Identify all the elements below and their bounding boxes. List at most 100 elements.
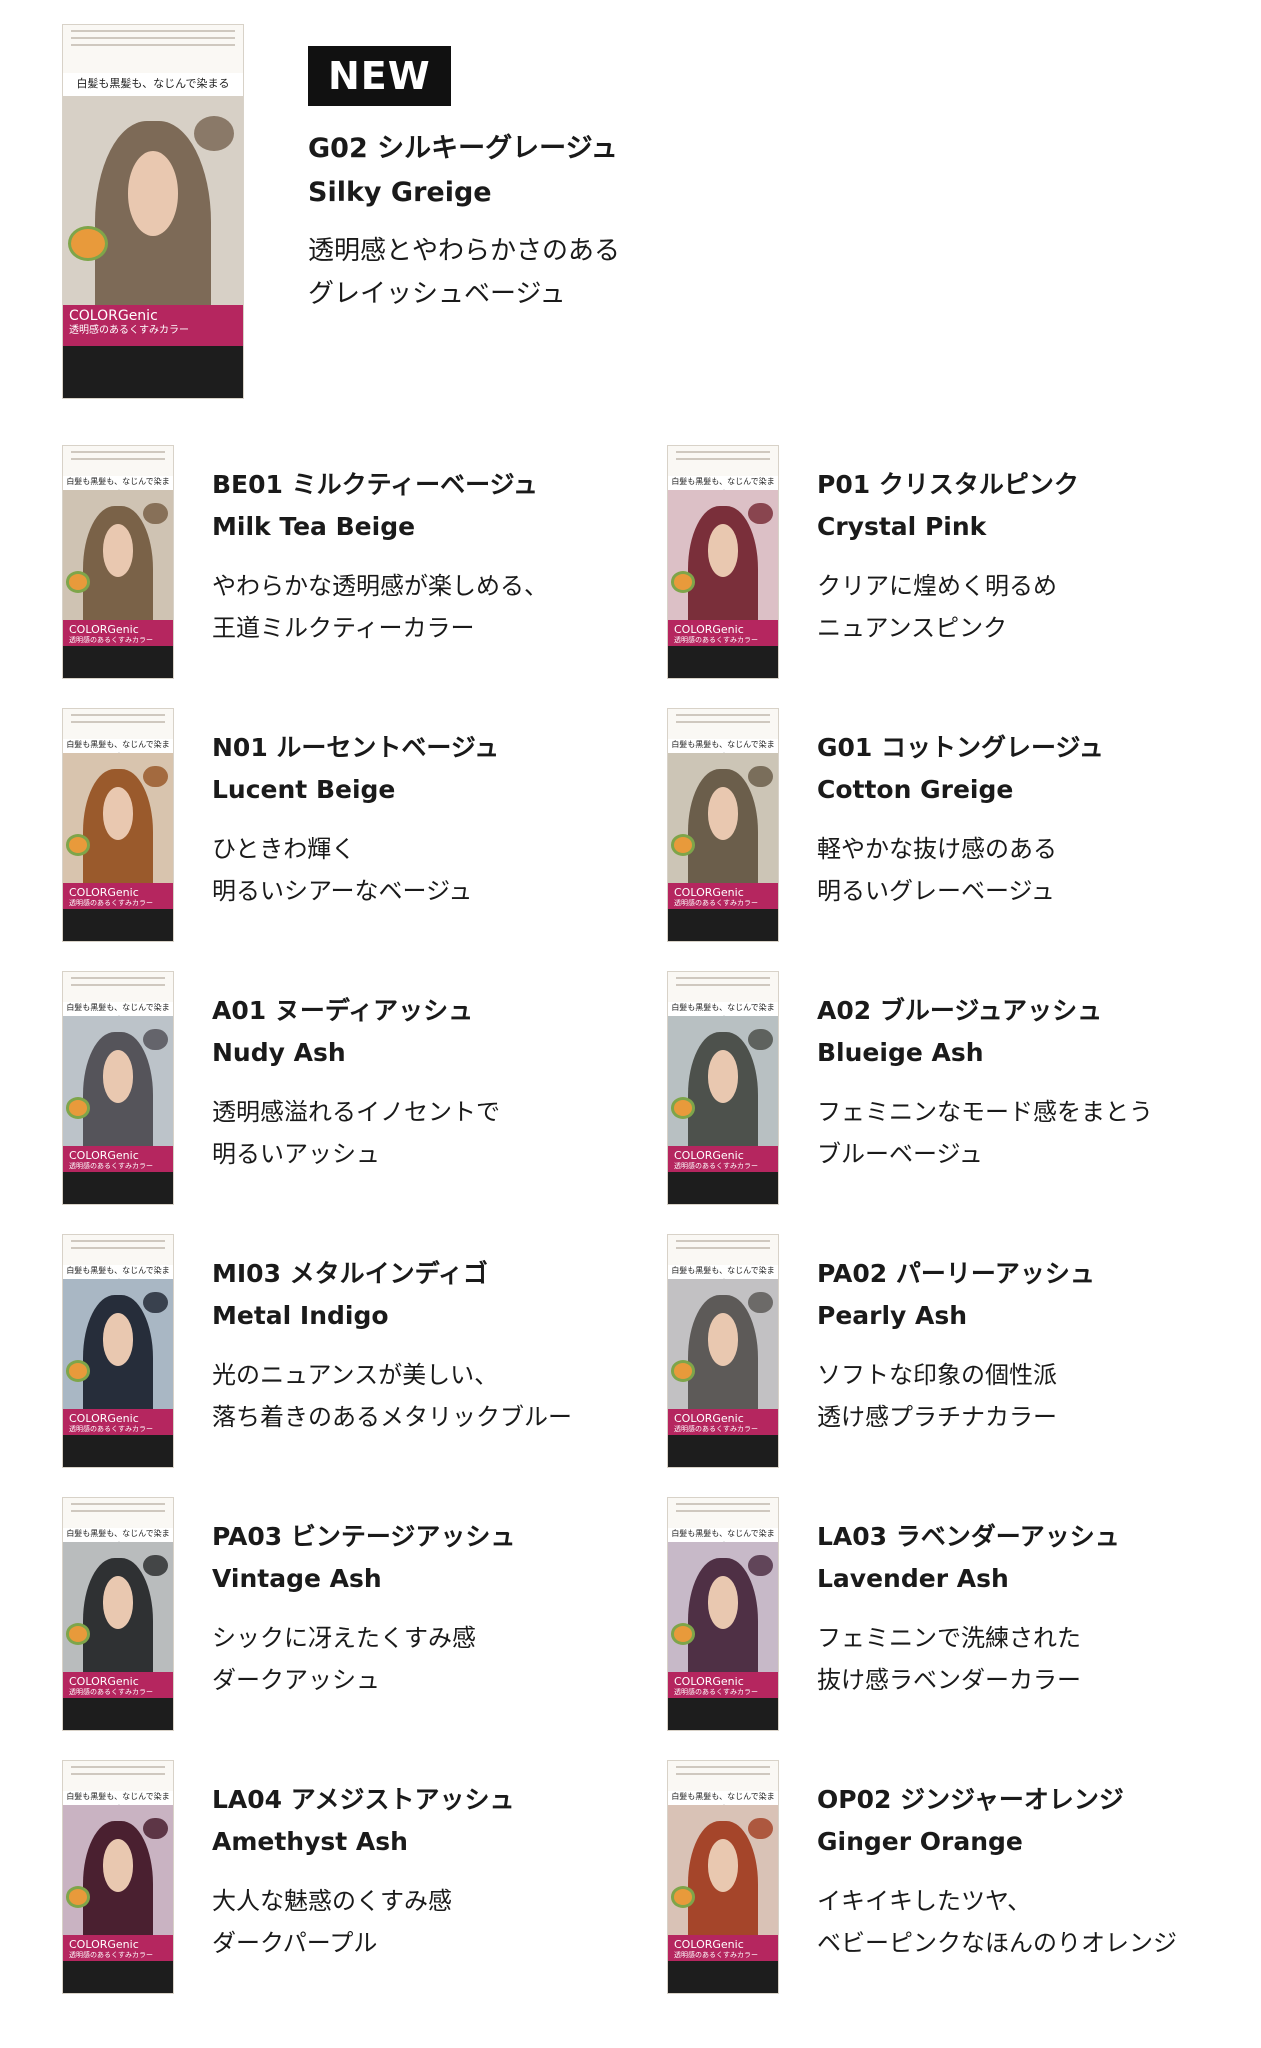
product-name-jp: PA02 パーリーアッシュ: [817, 1259, 1095, 1288]
apricot-icon: [66, 570, 91, 593]
box-footer: [63, 1434, 173, 1467]
product-card[interactable]: 白髪も黒髪も、なじんで染まる COLORGenic 透明感のあるくすみカラー O…: [667, 1760, 1261, 2000]
product-copy: OP02 ジンジャーオレンジ Ginger Orange イキイキしたツヤ、 ベ…: [817, 1782, 1261, 1964]
box-top-notice: [63, 25, 243, 74]
brand-band: COLORGenic 透明感のあるくすみカラー: [668, 620, 778, 646]
box-footer: [668, 1434, 778, 1467]
brand-subtitle: 透明感のあるくすみカラー: [69, 899, 153, 908]
product-box-image[interactable]: 白髪も黒髪も、なじんで染まる COLORGenic 透明感のあるくすみカラー: [667, 971, 779, 1205]
description-line: 透け感プラチナカラー: [817, 1403, 1057, 1431]
product-card[interactable]: 白髪も黒髪も、なじんで染まる COLORGenic 透明感のあるくすみカラー A…: [667, 971, 1261, 1211]
box-tagline: 白髪も黒髪も、なじんで染まる: [668, 1528, 778, 1543]
brand-band: COLORGenic 透明感のあるくすみカラー: [668, 1409, 778, 1435]
product-description: 光のニュアンスが美しい、 落ち着きのあるメタリックブルー: [212, 1354, 662, 1438]
product-name-jp: LA04 アメジストアッシュ: [212, 1785, 515, 1814]
brand-band: COLORGenic 透明感のあるくすみカラー: [63, 304, 243, 346]
brand-logo: COLORGenic: [674, 1412, 744, 1426]
brand-band: COLORGenic 透明感のあるくすみカラー: [668, 883, 778, 909]
model-face: [707, 524, 739, 578]
box-tagline: 白髪も黒髪も、なじんで染まる: [63, 73, 243, 96]
brand-logo: COLORGenic: [674, 886, 744, 900]
featured-product: 白髪も黒髪も、なじんで染まる COLORGenic 透明感のあるくすみカラー N…: [0, 0, 1261, 420]
box-top-notice: [63, 1235, 173, 1266]
product-box-image[interactable]: 白髪も黒髪も、なじんで染まる COLORGenic 透明感のあるくすみカラー: [62, 1497, 174, 1731]
product-card[interactable]: 白髪も黒髪も、なじんで染まる COLORGenic 透明感のあるくすみカラー A…: [62, 971, 662, 1211]
product-description: 透明感とやわらかさのある グレイッシュベージュ: [308, 230, 620, 316]
product-box-image[interactable]: 白髪も黒髪も、なじんで染まる COLORGenic 透明感のあるくすみカラー: [667, 1234, 779, 1468]
product-description: 透明感溢れるイノセントで 明るいアッシュ: [212, 1091, 662, 1175]
product-box-image[interactable]: 白髪も黒髪も、なじんで染まる COLORGenic 透明感のあるくすみカラー: [62, 1760, 174, 1994]
box-top-notice: [63, 972, 173, 1003]
product-name-en: Nudy Ash: [212, 1038, 346, 1067]
product-box-image[interactable]: 白髪も黒髪も、なじんで染まる COLORGenic 透明感のあるくすみカラー: [667, 708, 779, 942]
brand-band: COLORGenic 透明感のあるくすみカラー: [63, 1935, 173, 1961]
product-card[interactable]: 白髪も黒髪も、なじんで染まる COLORGenic 透明感のあるくすみカラー P…: [667, 445, 1261, 685]
model-face: [102, 1839, 134, 1893]
product-card[interactable]: 白髪も黒髪も、なじんで染まる COLORGenic 透明感のあるくすみカラー P…: [667, 1234, 1261, 1474]
box-tagline: 白髪も黒髪も、なじんで染まる: [668, 739, 778, 754]
color-swatch: [143, 1291, 168, 1314]
description-line: 明るいシアーなベージュ: [212, 877, 473, 905]
box-tagline: 白髪も黒髪も、なじんで染まる: [63, 739, 173, 754]
box-footer: [668, 645, 778, 678]
description-line: ダークアッシュ: [212, 1666, 380, 1694]
product-box-image[interactable]: 白髪も黒髪も、なじんで染まる COLORGenic 透明感のあるくすみカラー: [62, 971, 174, 1205]
product-card[interactable]: 白髪も黒髪も、なじんで染まる COLORGenic 透明感のあるくすみカラー L…: [62, 1760, 662, 2000]
description-line: 光のニュアンスが美しい、: [212, 1361, 499, 1389]
brand-band: COLORGenic 透明感のあるくすみカラー: [63, 1146, 173, 1172]
product-name-jp: G02 シルキーグレージュ: [308, 133, 618, 164]
product-description: シックに冴えたくすみ感 ダークアッシュ: [212, 1617, 662, 1701]
brand-subtitle: 透明感のあるくすみカラー: [69, 1688, 153, 1697]
product-name-en: Crystal Pink: [817, 512, 987, 541]
product-name-en: Blueige Ash: [817, 1038, 984, 1067]
description-line: シックに冴えたくすみ感: [212, 1624, 476, 1652]
box-top-notice: [63, 1498, 173, 1529]
box-tagline: 白髪も黒髪も、なじんで染まる: [63, 1791, 173, 1806]
color-swatch: [748, 765, 773, 788]
product-copy: N01 ルーセントベージュ Lucent Beige ひときわ輝く 明るいシアー…: [212, 730, 662, 912]
color-swatch: [143, 502, 168, 525]
product-box-image[interactable]: 白髪も黒髪も、なじんで染まる COLORGenic 透明感のあるくすみカラー: [667, 1497, 779, 1731]
model-face: [102, 524, 134, 578]
model-face: [707, 1839, 739, 1893]
product-box-image[interactable]: 白髪も黒髪も、なじんで染まる COLORGenic 透明感のあるくすみカラー: [62, 24, 244, 399]
product-name-jp: A02 ブルージュアッシュ: [817, 996, 1103, 1025]
brand-logo: COLORGenic: [69, 1149, 139, 1163]
apricot-icon: [68, 225, 108, 261]
box-footer: [668, 1960, 778, 1993]
product-box-image[interactable]: 白髪も黒髪も、なじんで染まる COLORGenic 透明感のあるくすみカラー: [62, 445, 174, 679]
product-box-image[interactable]: 白髪も黒髪も、なじんで染まる COLORGenic 透明感のあるくすみカラー: [667, 1760, 779, 1994]
model-face: [102, 1576, 134, 1630]
description-line: グレイッシュベージュ: [308, 279, 566, 309]
product-copy: MI03 メタルインディゴ Metal Indigo 光のニュアンスが美しい、 …: [212, 1256, 662, 1438]
brand-subtitle: 透明感のあるくすみカラー: [69, 1162, 153, 1171]
product-description: やわらかな透明感が楽しめる、 王道ミルクティーカラー: [212, 565, 662, 649]
product-card[interactable]: 白髪も黒髪も、なじんで染まる COLORGenic 透明感のあるくすみカラー B…: [62, 445, 662, 685]
product-card[interactable]: 白髪も黒髪も、なじんで染まる COLORGenic 透明感のあるくすみカラー G…: [667, 708, 1261, 948]
box-footer: [63, 1697, 173, 1730]
box-footer: [63, 645, 173, 678]
box-top-notice: [668, 972, 778, 1003]
description-line: 落ち着きのあるメタリックブルー: [212, 1403, 572, 1431]
product-card[interactable]: 白髪も黒髪も、なじんで染まる COLORGenic 透明感のあるくすみカラー N…: [62, 708, 662, 948]
product-name-jp: N01 ルーセントベージュ: [212, 733, 500, 762]
product-box-image[interactable]: 白髪も黒髪も、なじんで染まる COLORGenic 透明感のあるくすみカラー: [62, 708, 174, 942]
product-card[interactable]: 白髪も黒髪も、なじんで染まる COLORGenic 透明感のあるくすみカラー M…: [62, 1234, 662, 1474]
product-card[interactable]: 白髪も黒髪も、なじんで染まる COLORGenic 透明感のあるくすみカラー L…: [667, 1497, 1261, 1737]
product-copy: PA02 パーリーアッシュ Pearly Ash ソフトな印象の個性派 透け感プ…: [817, 1256, 1261, 1438]
model-face: [707, 787, 739, 841]
product-box-image[interactable]: 白髪も黒髪も、なじんで染まる COLORGenic 透明感のあるくすみカラー: [62, 1234, 174, 1468]
product-description: 軽やかな抜け感のある 明るいグレーベージュ: [817, 828, 1261, 912]
box-top-notice: [668, 709, 778, 740]
product-name-en: Silky Greige: [308, 177, 492, 208]
product-name-jp: G01 コットングレージュ: [817, 733, 1104, 762]
brand-logo: COLORGenic: [69, 623, 139, 637]
description-line: 透明感溢れるイノセントで: [212, 1098, 500, 1126]
model-face: [102, 1313, 134, 1367]
brand-subtitle: 透明感のあるくすみカラー: [674, 636, 758, 645]
product-card[interactable]: 白髪も黒髪も、なじんで染まる COLORGenic 透明感のあるくすみカラー P…: [62, 1497, 662, 1737]
brand-subtitle: 透明感のあるくすみカラー: [674, 1162, 758, 1171]
product-box-image[interactable]: 白髪も黒髪も、なじんで染まる COLORGenic 透明感のあるくすみカラー: [667, 445, 779, 679]
product-name-en: Lucent Beige: [212, 775, 396, 804]
product-description: フェミニンで洗練された 抜け感ラベンダーカラー: [817, 1617, 1261, 1701]
